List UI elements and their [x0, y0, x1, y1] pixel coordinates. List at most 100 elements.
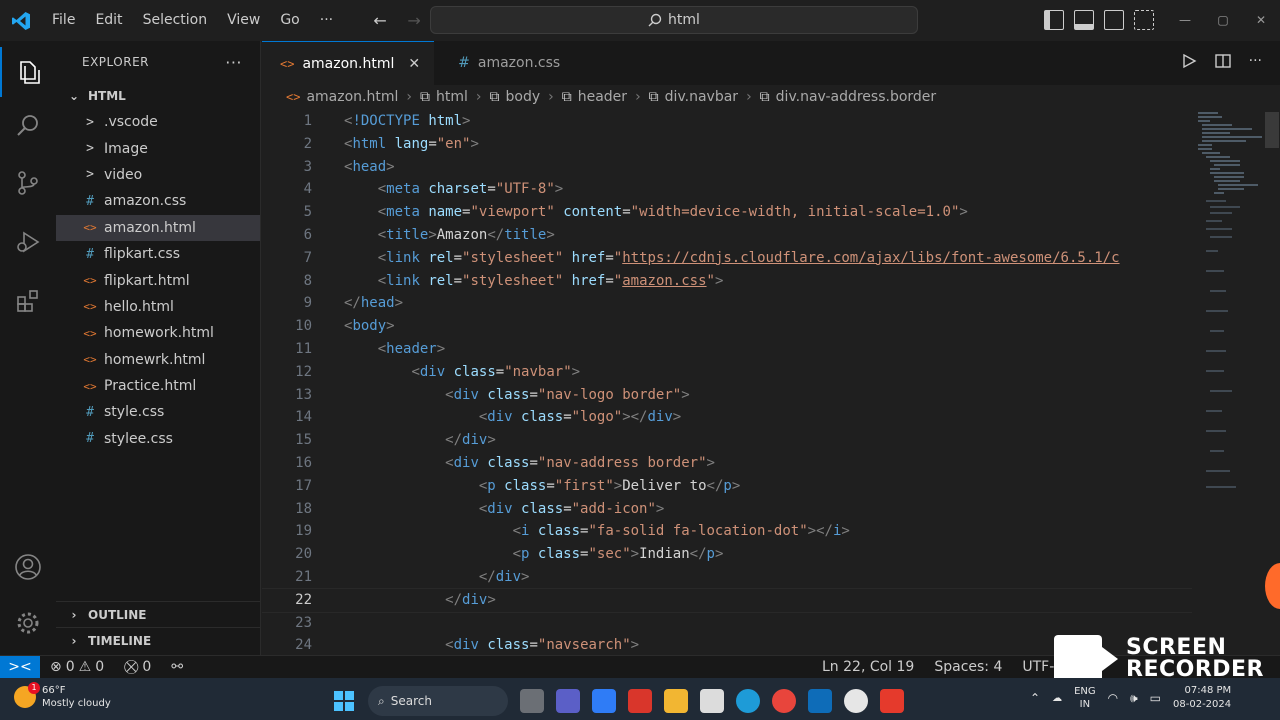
accounts-icon[interactable]: [0, 542, 56, 592]
battery-icon[interactable]: ▭: [1150, 691, 1161, 705]
run-icon[interactable]: [1181, 53, 1197, 69]
task-view-icon[interactable]: [520, 689, 544, 713]
menu-go[interactable]: Go: [270, 0, 309, 41]
taskbar-clock[interactable]: 07:48 PM 08-02-2024: [1173, 684, 1231, 712]
maximize-icon[interactable]: ▢: [1204, 0, 1242, 41]
split-editor-icon[interactable]: [1214, 53, 1231, 69]
wifi-icon[interactable]: ◠: [1108, 691, 1118, 705]
code-line[interactable]: 3 <head>: [262, 156, 1192, 179]
run-debug-icon[interactable]: [0, 217, 56, 267]
tree-item[interactable]: <> homewrk.html: [56, 347, 260, 373]
menu-file[interactable]: File: [42, 0, 85, 41]
vscode-taskbar-icon[interactable]: [808, 689, 832, 713]
tree-item[interactable]: # flipkart.css: [56, 241, 260, 267]
code-line[interactable]: 2 <html lang="en">: [262, 133, 1192, 156]
indentation-status[interactable]: Spaces: 4: [924, 659, 1012, 675]
store-icon[interactable]: [700, 689, 724, 713]
source-control-icon[interactable]: [0, 158, 56, 208]
edge-browser-icon[interactable]: [736, 689, 760, 713]
tree-item[interactable]: <> amazon.html: [56, 214, 260, 241]
forward-arrow-icon[interactable]: →: [397, 11, 431, 30]
code-line[interactable]: 5 <meta name="viewport" content="width=d…: [262, 201, 1192, 224]
more-actions-icon[interactable]: ···: [1249, 53, 1262, 69]
tree-item[interactable]: > .vscode: [56, 109, 260, 135]
close-window-icon[interactable]: ✕: [1242, 0, 1280, 41]
code-line[interactable]: 9 </head>: [262, 292, 1192, 315]
media-player-icon[interactable]: [844, 689, 868, 713]
extensions-icon[interactable]: [0, 276, 56, 326]
cursor-position[interactable]: Ln 22, Col 19: [812, 659, 924, 675]
live-share-icon[interactable]: ⚯: [161, 659, 193, 675]
search-icon[interactable]: [0, 101, 56, 151]
code-line[interactable]: 23: [262, 612, 1192, 635]
code-line[interactable]: 6 <title>Amazon</title>: [262, 224, 1192, 247]
breadcrumb-item[interactable]: body: [506, 89, 541, 105]
weather-widget[interactable]: 1 66°F Mostly cloudy: [14, 682, 111, 710]
customize-layout-icon[interactable]: [1134, 10, 1154, 30]
windows-start-icon[interactable]: [332, 689, 356, 713]
code-line[interactable]: 10 <body>: [262, 315, 1192, 338]
explorer-more-icon[interactable]: ···: [225, 53, 242, 72]
tree-item[interactable]: # stylee.css: [56, 426, 260, 452]
chrome-browser-icon[interactable]: [772, 689, 796, 713]
code-line[interactable]: 14 <div class="logo"></div>: [262, 406, 1192, 429]
remote-indicator-icon[interactable]: ><: [0, 655, 40, 679]
tab-amazon-css[interactable]: # amazon.css: [434, 41, 574, 85]
breadcrumb-item[interactable]: div.nav-address.border: [776, 89, 937, 105]
code-line[interactable]: 8 <link rel="stylesheet" href="amazon.cs…: [262, 270, 1192, 293]
language-indicator[interactable]: ENG IN: [1074, 685, 1096, 711]
workspace-folder-html[interactable]: ⌄ HTML: [56, 83, 260, 109]
menu-selection[interactable]: Selection: [133, 0, 218, 41]
editor-scrollbar[interactable]: [1265, 112, 1279, 148]
timeline-section[interactable]: › TIMELINE: [56, 627, 261, 653]
minimize-icon[interactable]: —: [1166, 0, 1204, 41]
menu-more[interactable]: ···: [310, 0, 343, 41]
breadcrumb-item[interactable]: header: [578, 89, 627, 105]
volume-icon[interactable]: 🕪: [1130, 691, 1138, 706]
chevron-up-icon[interactable]: ⌃: [1030, 691, 1040, 705]
code-line[interactable]: 22 </div>: [262, 587, 1192, 613]
manage-gear-icon[interactable]: [0, 598, 56, 648]
tree-item[interactable]: <> Practice.html: [56, 373, 260, 399]
command-center-search[interactable]: html: [430, 6, 918, 34]
code-line[interactable]: 21 </div>: [262, 566, 1192, 589]
code-line[interactable]: 20 <p class="sec">Indian</p>: [262, 543, 1192, 566]
toggle-panel-icon[interactable]: [1074, 10, 1094, 30]
teams-chat-icon[interactable]: [556, 689, 580, 713]
breadcrumb-item[interactable]: div.navbar: [665, 89, 738, 105]
explorer-icon[interactable]: [0, 47, 56, 97]
tree-item[interactable]: # style.css: [56, 399, 260, 425]
tree-item[interactable]: <> flipkart.html: [56, 267, 260, 293]
ports-status[interactable]: ⛒ 0: [114, 659, 161, 675]
taskbar-search[interactable]: ⌕ Search: [368, 686, 508, 716]
recorder-app-icon[interactable]: [880, 689, 904, 713]
tree-item[interactable]: > Image: [56, 135, 260, 161]
menu-edit[interactable]: Edit: [85, 0, 132, 41]
file-explorer-icon[interactable]: [664, 689, 688, 713]
code-line[interactable]: 16 <div class="nav-address border">: [262, 452, 1192, 475]
close-icon[interactable]: ✕: [408, 56, 420, 72]
problems-status[interactable]: ⊗ 0 ⚠ 0: [40, 659, 114, 675]
code-line[interactable]: 15 </div>: [262, 429, 1192, 452]
code-line[interactable]: 12 <div class="navbar">: [262, 361, 1192, 384]
code-line[interactable]: 18 <div class="add-icon">: [262, 498, 1192, 521]
security-app-icon[interactable]: [628, 689, 652, 713]
tree-item[interactable]: # amazon.css: [56, 188, 260, 214]
toggle-primary-sidebar-icon[interactable]: [1044, 10, 1064, 30]
toggle-secondary-sidebar-icon[interactable]: [1104, 10, 1124, 30]
code-line[interactable]: 1 <!DOCTYPE html>: [262, 110, 1192, 133]
tree-item[interactable]: > video: [56, 162, 260, 188]
tree-item[interactable]: <> hello.html: [56, 294, 260, 320]
pen-app-icon[interactable]: [592, 689, 616, 713]
code-line[interactable]: 11 <header>: [262, 338, 1192, 361]
outline-section[interactable]: › OUTLINE: [56, 601, 261, 627]
code-line[interactable]: 13 <div class="nav-logo border">: [262, 384, 1192, 407]
tab-amazon-html[interactable]: <> amazon.html ✕: [262, 41, 435, 85]
onedrive-icon[interactable]: ☁: [1052, 693, 1062, 704]
code-line[interactable]: 19 <i class="fa-solid fa-location-dot"><…: [262, 520, 1192, 543]
menu-view[interactable]: View: [217, 0, 270, 41]
code-line[interactable]: 24 <div class="navsearch">: [262, 634, 1192, 655]
breadcrumb-item[interactable]: amazon.html: [306, 89, 398, 105]
code-editor[interactable]: 1 <!DOCTYPE html> 2 <html lang="en"> 3 <head>…: [262, 110, 1192, 655]
back-arrow-icon[interactable]: ←: [363, 11, 397, 30]
